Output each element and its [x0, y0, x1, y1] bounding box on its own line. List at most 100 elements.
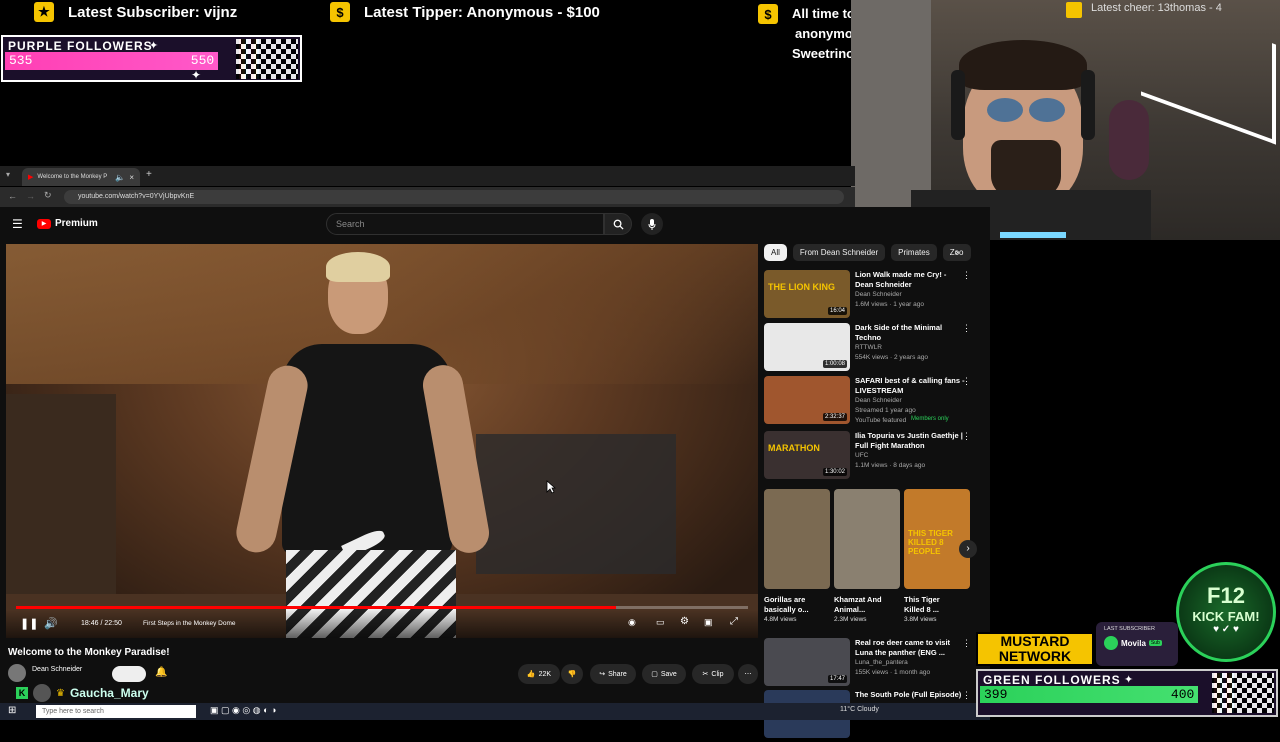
tab-close-icon[interactable]: × — [129, 173, 134, 182]
autoplay-toggle[interactable]: ◉ — [628, 617, 636, 628]
dollar-icon: $ — [330, 2, 350, 22]
more-options-icon[interactable]: ⋮ — [962, 431, 971, 442]
recommendation-title[interactable]: Real roe deer came to visit Luna the pan… — [855, 638, 965, 658]
url-field[interactable]: youtube.com/watch?v=0YVjUbpvKnE — [64, 190, 844, 204]
recommendation-item[interactable]: 17:47 Real roe deer came to visit Luna th… — [764, 638, 979, 686]
shorts-next-button[interactable]: › — [959, 540, 977, 558]
streamer-hair — [959, 40, 1087, 90]
green-goal-bar: 399 400 — [980, 686, 1199, 703]
recommendation-item[interactable]: 2:32:37 SAFARI best of & calling fans - L… — [764, 376, 979, 426]
browser-tab[interactable]: ▶ Welcome to the Monkey P 🔈 × — [22, 168, 140, 186]
reload-icon[interactable]: ↻ — [44, 190, 52, 201]
video-thumbnail[interactable]: 2:32:37 — [764, 376, 850, 424]
tab-title: Welcome to the Monkey P — [37, 174, 108, 180]
share-label: Share — [608, 670, 627, 678]
like-count: 22K — [538, 670, 552, 678]
short-item[interactable]: THIS TIGER KILLED 8 PEOPLE This Tiger Kil… — [904, 489, 970, 625]
video-thumbnail[interactable]: 1:00:08 — [764, 323, 850, 371]
progress-track[interactable] — [16, 606, 748, 609]
windows-start-icon[interactable]: ⊞ — [8, 705, 16, 716]
recommendation-title[interactable]: Dark Side of the Minimal Techno — [855, 323, 965, 343]
recommendation-item[interactable]: MARATHON 1:30:02 Ilia Topuria vs Justin Ga… — [764, 431, 979, 479]
pause-icon[interactable]: ❚❚ — [20, 617, 38, 630]
more-options-icon[interactable]: ⋮ — [962, 270, 971, 281]
mustard-network-logo: MUSTARD NETWORK — [976, 632, 1094, 666]
kick-logo-icon: K — [16, 687, 28, 699]
video-player[interactable]: ❚❚ 🔊 18:46 / 22:50 First Steps in the Mo… — [6, 244, 758, 638]
recommendation-item[interactable]: 1:00:08 Dark Side of the Minimal Techno RT… — [764, 323, 979, 371]
sparkle-icon: ✦ — [191, 68, 202, 82]
more-options-icon[interactable]: ⋮ — [962, 638, 971, 649]
taskbar-apps-icons[interactable]: ▣ ▢ ◉ ◎ ◍ ◐ ◑ — [210, 705, 276, 716]
captions-icon[interactable]: ▭ — [656, 617, 665, 628]
recommendation-title[interactable]: Ilia Topuria vs Justin Gaethje | Full Fi… — [855, 431, 965, 451]
short-views: 2.3M views — [834, 616, 867, 623]
bell-icon[interactable]: 🔔 — [155, 667, 167, 678]
last-subscriber-name: Movila — [1121, 638, 1146, 648]
dislike-button[interactable]: 👎 — [561, 664, 583, 684]
more-options-icon[interactable]: ⋮ — [962, 376, 971, 387]
search-icon — [613, 219, 624, 230]
youtube-logo[interactable]: ▶ Premium — [37, 218, 98, 229]
short-thumbnail[interactable] — [764, 489, 830, 589]
chapter-title[interactable]: First Steps in the Monkey Dome — [143, 620, 235, 627]
short-thumbnail[interactable]: THIS TIGER KILLED 8 PEOPLE — [904, 489, 970, 589]
short-title[interactable]: Khamzat And Animal... — [834, 595, 892, 615]
sparkle-icon: ✦ — [149, 40, 159, 52]
green-goal-target: 400 — [1170, 687, 1195, 702]
clip-label: Clip — [711, 670, 724, 678]
recommendation-title[interactable]: The South Pole (Full Episode) — [855, 690, 965, 700]
fullscreen-icon[interactable]: ⤢ — [730, 616, 738, 627]
video-thumbnail[interactable]: 17:47 — [764, 638, 850, 686]
duration-badge: 2:32:37 — [822, 413, 847, 421]
search-button[interactable] — [604, 213, 632, 235]
short-item[interactable]: Gorillas are basically o... 4.8M views — [764, 489, 830, 625]
save-button[interactable]: ▢ Save — [642, 664, 686, 684]
recommendation-title[interactable]: Lion Walk made me Cry! - Dean Schneider — [855, 270, 965, 290]
voice-search-button[interactable] — [641, 213, 663, 235]
more-actions-button[interactable]: ⋯ — [738, 664, 758, 684]
frame-decoration — [1141, 0, 1276, 145]
taskbar-search[interactable]: Type here to search — [36, 705, 196, 718]
forward-icon[interactable]: → — [26, 191, 35, 201]
video-thumbnail[interactable]: MARATHON 1:30:02 — [764, 431, 850, 479]
recommendation-channel[interactable]: Luna_the_pantera — [855, 658, 965, 668]
recommendation-channel[interactable]: UFC — [855, 451, 965, 461]
filter-chip[interactable]: Primates — [891, 244, 937, 261]
recommendation-channel[interactable]: RTTWLR — [855, 343, 965, 353]
volume-icon[interactable]: 🔊 — [44, 617, 58, 630]
recommendation-channel[interactable]: Dean Schneider — [855, 290, 965, 300]
settings-gear-icon[interactable]: ⚙ — [680, 616, 689, 627]
short-title[interactable]: This Tiger Killed 8 ... — [904, 595, 962, 615]
recommendation-channel[interactable]: Dean Schneider — [855, 396, 965, 406]
filter-chip[interactable]: All — [764, 244, 787, 261]
chevron-right-icon[interactable]: › — [955, 247, 958, 258]
tab-menu-icon[interactable]: ▾ — [6, 170, 10, 179]
channel-name[interactable]: Dean Schneider — [32, 666, 82, 673]
clip-button[interactable]: ✂ Clip — [692, 664, 734, 684]
logo-text: Premium — [55, 218, 98, 229]
video-thumbnail[interactable]: THE LION KING 16:04 — [764, 270, 850, 318]
short-title[interactable]: Gorillas are basically o... — [764, 595, 822, 615]
new-tab-button[interactable]: + — [146, 169, 152, 180]
short-item[interactable]: Khamzat And Animal... 2.3M views — [834, 489, 900, 625]
green-followers-goal: GREEN FOLLOWERS ✦ 399 400 — [976, 669, 1278, 717]
save-label: Save — [660, 670, 677, 678]
menu-icon[interactable]: ☰ — [12, 217, 23, 231]
search-input[interactable]: Search — [326, 213, 604, 235]
more-options-icon[interactable]: ⋮ — [962, 323, 971, 334]
join-button[interactable] — [112, 666, 146, 682]
short-thumbnail[interactable] — [834, 489, 900, 589]
stream-overlay-top — [0, 0, 850, 165]
back-icon[interactable]: ← — [8, 191, 17, 201]
channel-avatar[interactable] — [8, 664, 26, 682]
filter-chip[interactable]: From Dean Schneider — [792, 244, 886, 261]
recommendation-item[interactable]: THE LION KING 16:04 Lion Walk made me Cry!… — [764, 270, 979, 318]
like-button[interactable]: 👍 22K — [518, 664, 560, 684]
network-name-1: MUSTARD — [1000, 633, 1070, 649]
more-options-icon[interactable]: ⋮ — [962, 690, 971, 701]
share-button[interactable]: ↪ Share — [590, 664, 636, 684]
miniplayer-icon[interactable]: ▣ — [704, 617, 713, 628]
recommendation-list-more: 17:47 Real roe deer came to visit Luna th… — [764, 638, 979, 742]
recommendation-title[interactable]: SAFARI best of & calling fans - LIVESTRE… — [855, 376, 965, 396]
